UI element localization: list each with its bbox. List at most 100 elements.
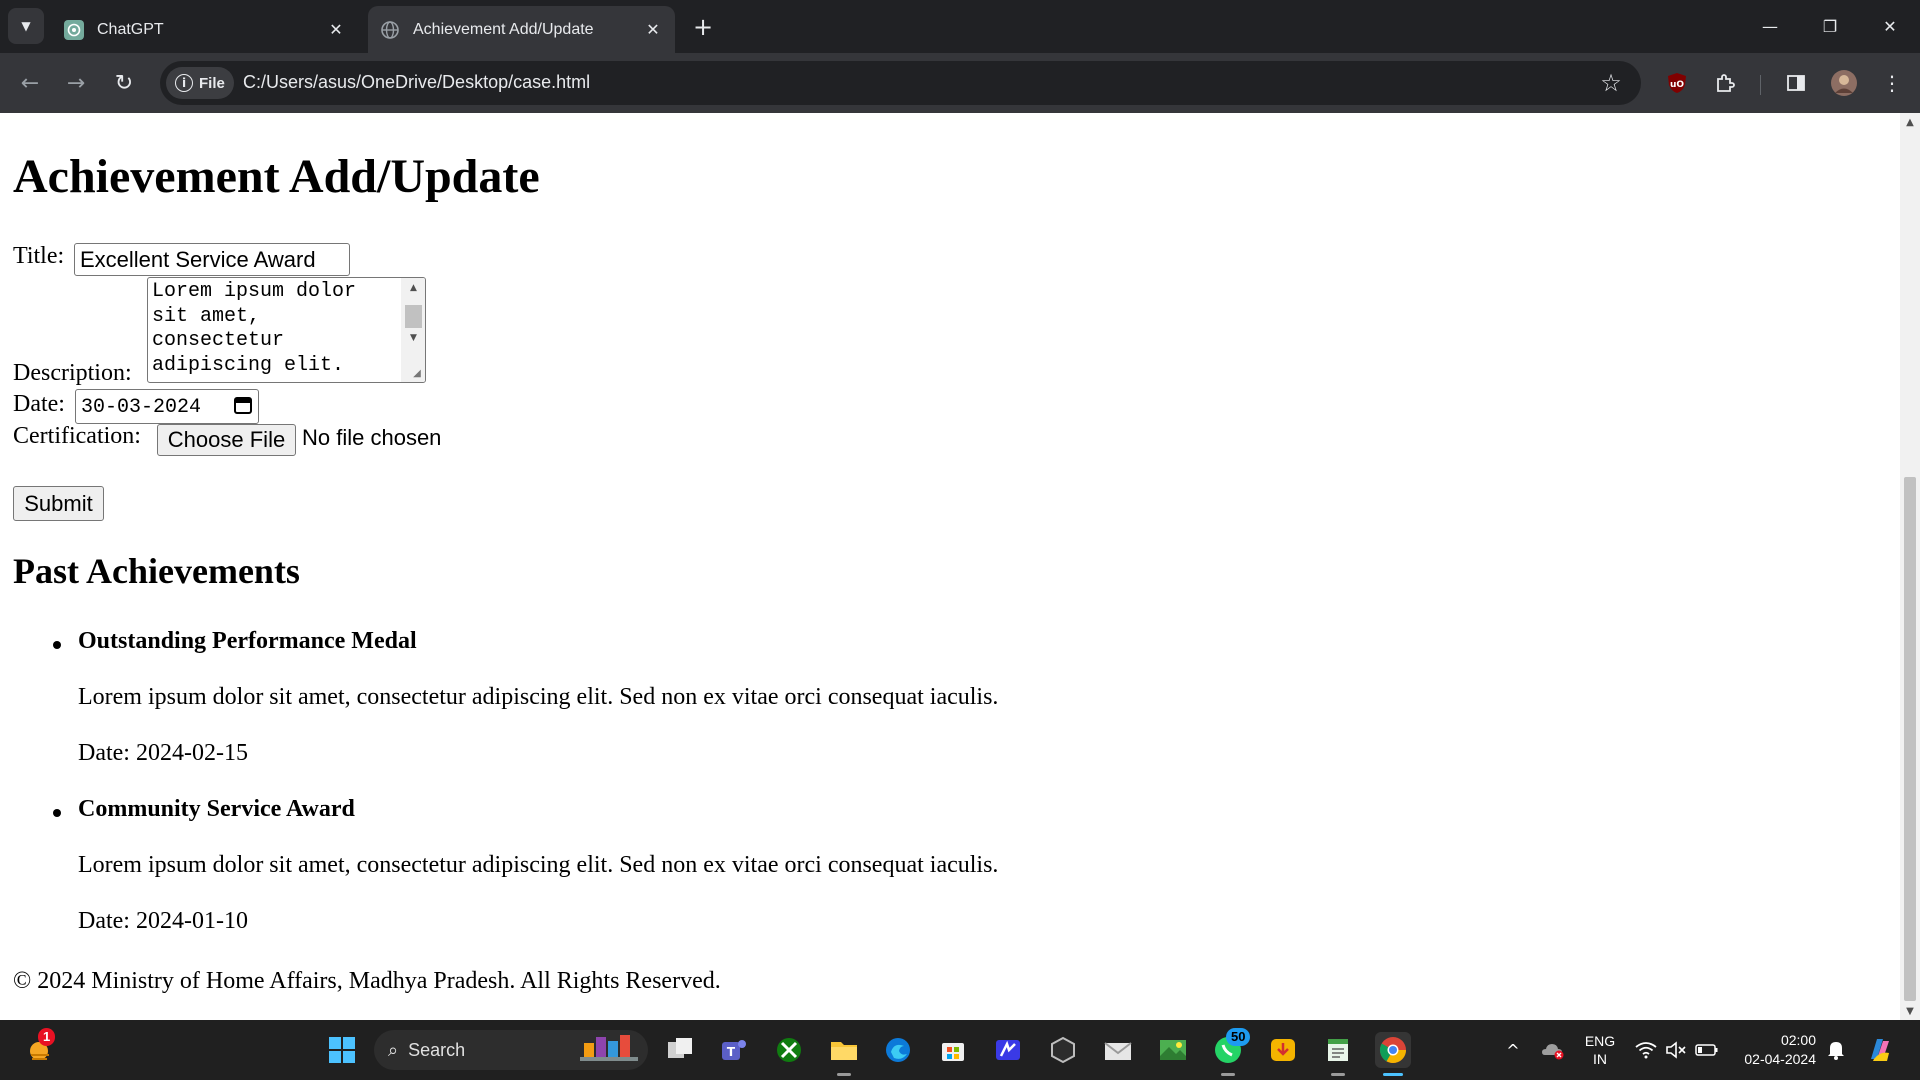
minimize-icon: — [1762, 16, 1778, 36]
minimize-button[interactable]: — [1740, 0, 1800, 52]
ublock-extension-icon[interactable]: uO [1661, 67, 1693, 99]
forward-button[interactable]: → [58, 65, 94, 101]
file-explorer-icon[interactable] [826, 1032, 862, 1068]
tab-title: Achievement Add/Update [413, 20, 594, 38]
notepad-icon[interactable] [1320, 1032, 1356, 1068]
code-editor-icon[interactable] [990, 1032, 1026, 1068]
browser-tab-strip: ▼ ChatGPT ✕ Achievement Add/Update ✕ + —… [0, 0, 1920, 53]
achievement-title: Community Service Award [78, 796, 355, 822]
info-icon: i [175, 74, 193, 92]
windows-start-icon[interactable] [324, 1032, 360, 1068]
restore-button[interactable]: ❐ [1800, 0, 1860, 52]
address-bar[interactable]: i File C:/Users/asus/OneDrive/Desktop/ca… [160, 61, 1641, 105]
bookmark-star-icon[interactable]: ☆ [1595, 67, 1627, 99]
back-button[interactable]: ← [12, 65, 48, 101]
globe-icon [380, 20, 400, 40]
edge-icon[interactable] [880, 1032, 916, 1068]
resize-grip-icon[interactable]: ◢ [411, 368, 423, 380]
taskbar-search-box[interactable]: ⌕ Search [374, 1030, 648, 1070]
close-icon[interactable]: ✕ [641, 18, 665, 42]
reload-icon: ↻ [114, 70, 134, 96]
windows-taskbar: 1 ⌕ Search T 50 ^ ENG IN 02:00 02-04-202… [0, 1020, 1920, 1080]
svg-text:T: T [727, 1045, 736, 1059]
site-info-chip[interactable]: i File [166, 67, 234, 99]
battery-icon[interactable] [1694, 1020, 1720, 1080]
submit-button[interactable]: Submit [13, 486, 104, 521]
achievement-description: Lorem ipsum dolor sit amet, consectetur … [78, 684, 999, 710]
close-window-button[interactable]: ✕ [1860, 0, 1920, 52]
side-panel-icon[interactable] [1780, 67, 1812, 99]
copilot-icon[interactable] [1862, 1020, 1898, 1080]
restore-icon: ❐ [1822, 16, 1838, 36]
achievement-date: Date: 2024-02-15 [78, 740, 248, 766]
onedrive-error-icon[interactable] [1538, 1020, 1568, 1080]
textarea-scroll-thumb[interactable] [405, 305, 422, 328]
description-textarea[interactable]: Lorem ipsum dolor sit amet, consectetur … [147, 277, 426, 383]
running-indicator [837, 1073, 851, 1076]
choose-file-button[interactable]: Choose File [157, 424, 296, 456]
toolbar-divider [1760, 75, 1761, 95]
search-placeholder: Search [408, 1039, 466, 1060]
search-highlight-icon [580, 1033, 642, 1068]
plus-icon: + [692, 13, 714, 41]
speaker-muted-icon[interactable] [1664, 1020, 1688, 1080]
arrow-left-icon: ← [20, 70, 40, 96]
task-view-icon[interactable] [662, 1032, 698, 1068]
certification-label: Certification: [13, 423, 141, 449]
scroll-down-icon[interactable]: ▼ [405, 330, 422, 346]
scroll-up-icon[interactable]: ▲ [1900, 113, 1920, 131]
teams-icon[interactable]: T [716, 1032, 752, 1068]
clock-time: 02:00 [1780, 1032, 1816, 1048]
notification-badge: 1 [38, 1028, 56, 1046]
chrome-icon[interactable] [1375, 1032, 1411, 1068]
page-content: Achievement Add/Update Title: Descriptio… [0, 113, 1900, 1020]
chatgpt-icon [64, 19, 84, 40]
scroll-down-icon[interactable]: ▼ [1900, 1002, 1920, 1020]
wifi-icon[interactable] [1634, 1020, 1658, 1080]
photos-icon[interactable] [1155, 1032, 1191, 1068]
extensions-puzzle-icon[interactable] [1709, 67, 1741, 99]
page-scrollbar[interactable]: ▲ ▼ [1900, 113, 1920, 1020]
date-value[interactable]: 30-03-2024 [81, 396, 201, 419]
achievement-date: Date: 2024-01-10 [78, 908, 248, 934]
running-indicator [1221, 1073, 1235, 1076]
close-icon[interactable]: ✕ [324, 18, 348, 42]
microsoft-store-icon[interactable] [935, 1032, 971, 1068]
language-line2: IN [1593, 1051, 1607, 1067]
scroll-up-icon[interactable]: ▲ [405, 280, 422, 296]
bullet-icon [53, 809, 61, 817]
chevron-up-icon[interactable]: ^ [1500, 1020, 1526, 1080]
tab-search-button[interactable]: ▼ [8, 8, 44, 44]
profile-avatar[interactable] [1828, 67, 1860, 99]
notification-bell-icon[interactable] [1824, 1020, 1848, 1080]
achievement-description: Lorem ipsum dolor sit amet, consectetur … [78, 852, 999, 878]
textarea-scrollbar[interactable]: ▲ ▼ [401, 278, 425, 382]
achievement-title: Outstanding Performance Medal [78, 628, 417, 654]
new-tab-button[interactable]: + [688, 12, 718, 42]
calendar-icon[interactable] [234, 396, 252, 414]
search-icon: ⌕ [388, 1039, 399, 1061]
description-text[interactable]: Lorem ipsum dolor sit amet, consectetur … [152, 280, 397, 378]
clock-date: 02-04-2024 [1744, 1051, 1816, 1067]
clock[interactable]: 02:00 02-04-2024 [1730, 1020, 1816, 1080]
running-indicator [1331, 1073, 1345, 1076]
language-indicator[interactable]: ENG IN [1578, 1020, 1622, 1080]
close-icon: ✕ [1883, 16, 1897, 36]
url-text[interactable]: C:/Users/asus/OneDrive/Desktop/case.html [243, 72, 590, 93]
downloader-icon[interactable] [1265, 1032, 1301, 1068]
mail-icon[interactable] [1100, 1032, 1136, 1068]
page-scroll-thumb[interactable] [1904, 477, 1916, 1001]
chip-label: File [199, 74, 225, 92]
more-menu-icon[interactable]: ⋮ [1876, 67, 1908, 99]
language-line1: ENG [1584, 1033, 1616, 1049]
xbox-icon[interactable] [771, 1032, 807, 1068]
tab-achievement[interactable]: Achievement Add/Update ✕ [368, 6, 675, 53]
bullet-icon [53, 641, 61, 649]
tab-chatgpt[interactable]: ChatGPT ✕ [52, 6, 358, 53]
unity-icon[interactable] [1045, 1032, 1081, 1068]
date-input[interactable]: 30-03-2024 [75, 389, 259, 424]
chevron-down-icon: ▼ [21, 19, 31, 33]
reload-button[interactable]: ↻ [106, 65, 142, 101]
footer-copyright: © 2024 Ministry of Home Affairs, Madhya … [13, 968, 721, 994]
title-input[interactable] [74, 243, 350, 276]
